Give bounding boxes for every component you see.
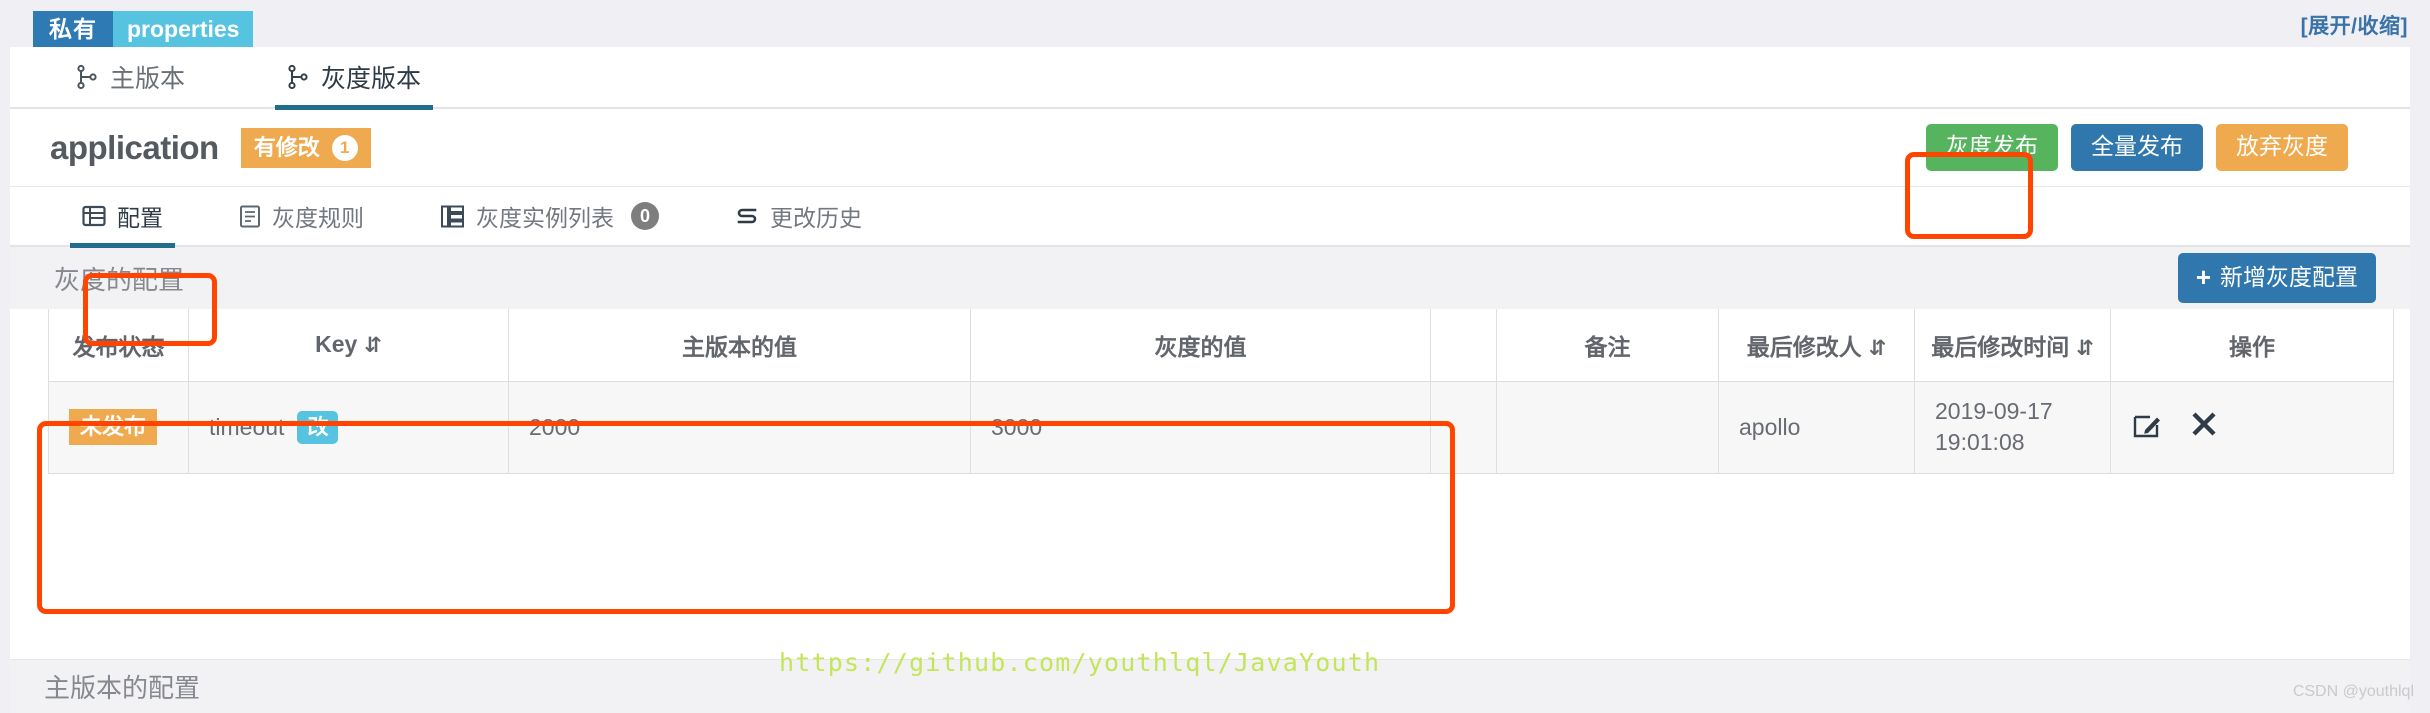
gray-config-table-wrap: 发布状态 Key ⇵ 主版本的值 灰度的值 备注 最后修改人 ⇵ 最后修改时间 ⇵ 操… (10, 309, 2410, 474)
cell-publish-status: 未发布 (48, 380, 189, 474)
header-action-buttons: 灰度发布 全量发布 放弃灰度 (1926, 124, 2380, 171)
col-last-modified-by-label: 最后修改人 (1746, 333, 1862, 360)
version-tab-master[interactable]: 主版本 (70, 46, 191, 108)
namespace-card: 主版本 灰度版本 application 有修改 1 灰度发布 全量发布 放弃灰… (10, 47, 2410, 712)
modified-badge: 有修改 1 (240, 127, 371, 168)
namespace-bar: 私有 properties [展开/收缩] (0, 0, 2430, 52)
master-config-title: 主版本的配置 (44, 673, 201, 703)
col-gray-value: 灰度的值 (970, 309, 1431, 382)
col-publish-status-label: 发布状态 (72, 333, 165, 360)
cell-key: timeout 改 (188, 380, 509, 474)
col-last-modified-time-label: 最后修改时间 (1931, 333, 2070, 360)
col-last-modified-time[interactable]: 最后修改时间 ⇵ (1914, 309, 2111, 382)
sort-updown-icon[interactable]: ⇵ (2076, 336, 2094, 361)
config-key: timeout (209, 413, 285, 440)
gray-publish-button[interactable]: 灰度发布 (1926, 124, 2058, 171)
col-last-modified-by[interactable]: 最后修改人 ⇵ (1718, 309, 1915, 382)
tab-gray-rules[interactable]: 灰度规则 (235, 186, 368, 246)
col-key-label: Key (315, 331, 358, 358)
plus-icon: + (2195, 262, 2211, 292)
edit-icon[interactable] (2131, 408, 2163, 446)
abandon-gray-button[interactable]: 放弃灰度 (2216, 124, 2348, 171)
tab-gray-rules-label: 灰度规则 (272, 205, 364, 231)
tab-config-label: 配置 (117, 205, 163, 231)
cell-operations (2110, 380, 2394, 474)
sort-updown-icon[interactable]: ⇵ (364, 333, 382, 358)
page-title: application (50, 128, 219, 166)
col-gray-value-label: 灰度的值 (1154, 333, 1247, 360)
status-badge: 未发布 (69, 409, 158, 445)
cell-last-modified-by: apollo (1718, 380, 1915, 474)
version-tab-gray-label: 灰度版本 (321, 65, 422, 93)
gray-config-table: 发布状态 Key ⇵ 主版本的值 灰度的值 备注 最后修改人 ⇵ 最后修改时间 ⇵ 操… (48, 309, 2394, 474)
cell-comment (1496, 380, 1719, 474)
document-icon (239, 204, 261, 229)
add-gray-config-label: 新增灰度配置 (2220, 263, 2358, 290)
history-exchange-icon (735, 205, 759, 227)
version-tab-bar: 主版本 灰度版本 (10, 46, 2410, 110)
col-operations-label: 操作 (2229, 333, 2275, 360)
gray-config-title: 灰度的配置 (54, 264, 185, 295)
github-watermark: https://github.com/youthlql/JavaYouth (779, 648, 1381, 677)
expand-collapse-link[interactable]: [展开/收缩] (2301, 10, 2408, 40)
modified-count: 1 (331, 134, 358, 161)
csdn-watermark: CSDN @youthlql (2292, 683, 2414, 700)
gray-config-section-header: 灰度的配置 + 新增灰度配置 (10, 247, 2410, 309)
col-comment: 备注 (1496, 309, 1719, 382)
branch-icon (287, 64, 309, 90)
col-key[interactable]: Key ⇵ (188, 309, 509, 382)
col-operations: 操作 (2110, 309, 2394, 382)
application-header: application 有修改 1 灰度发布 全量发布 放弃灰度 (10, 109, 2410, 187)
cell-spacer (1430, 380, 1497, 474)
tab-change-history[interactable]: 更改历史 (731, 186, 866, 246)
table-icon (82, 204, 106, 228)
namespace-scope-badge: 私有 (33, 11, 113, 49)
delete-icon[interactable] (2189, 409, 2219, 445)
namespace-format-tab[interactable]: properties (113, 11, 254, 49)
col-publish-status: 发布状态 (48, 309, 189, 382)
col-master-value-label: 主版本的值 (682, 333, 797, 360)
tab-gray-instances[interactable]: 灰度实例列表 0 (436, 186, 663, 246)
gray-instance-count-badge: 0 (631, 202, 659, 230)
tab-change-history-label: 更改历史 (770, 205, 862, 231)
table-header-row: 发布状态 Key ⇵ 主版本的值 灰度的值 备注 最后修改人 ⇵ 最后修改时间 ⇵ 操… (48, 309, 2394, 382)
sort-updown-icon[interactable]: ⇵ (1869, 336, 1887, 361)
full-publish-button[interactable]: 全量发布 (2071, 124, 2203, 171)
col-comment-label: 备注 (1584, 333, 1631, 360)
cell-master-value: 2000 (508, 380, 971, 474)
table-row: 未发布 timeout 改 2000 3000 apollo 2019-09-1… (48, 380, 2394, 474)
changed-tag: 改 (297, 410, 339, 444)
server-list-icon (440, 204, 465, 229)
inner-tab-bar: 配置 灰度规则 灰度实例列表 0 更改历史 (10, 186, 2410, 248)
version-tab-gray[interactable]: 灰度版本 (275, 46, 434, 110)
col-master-value: 主版本的值 (508, 309, 971, 382)
cell-gray-value: 3000 (970, 380, 1431, 474)
cell-last-modified-time: 2019-09-17 19:01:08 (1914, 380, 2111, 474)
version-tab-master-label: 主版本 (110, 65, 186, 93)
modified-badge-label: 有修改 (253, 134, 320, 160)
branch-icon (76, 64, 98, 90)
add-gray-config-button[interactable]: + 新增灰度配置 (2177, 253, 2376, 303)
tab-gray-instances-label: 灰度实例列表 (476, 205, 614, 231)
col-spacer (1430, 309, 1497, 382)
tab-config[interactable]: 配置 (70, 186, 175, 248)
